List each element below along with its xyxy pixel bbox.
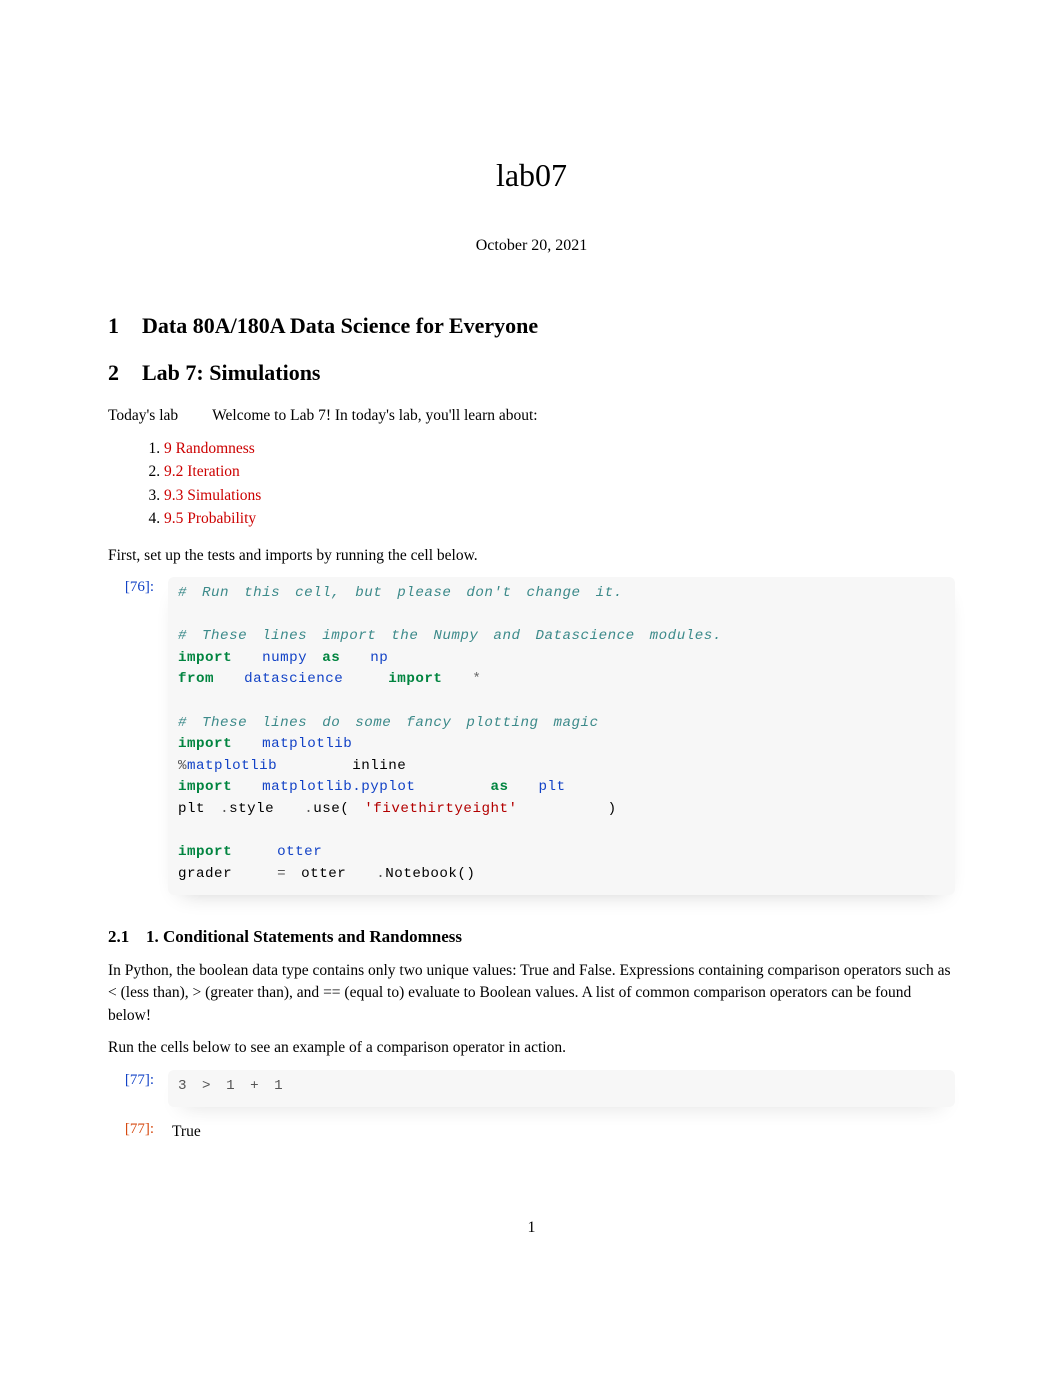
code-comment: # These lines do some fancy plotting mag… [178,715,599,731]
input-prompt: [77]: [108,1070,168,1092]
code-cell: # Run this cell, but please don't change… [168,577,955,895]
section-number: 2 [108,357,142,389]
code-comment: # These lines import the Numpy and Datas… [178,628,722,644]
section-title: Lab 7: Simulations [142,360,321,385]
paragraph-text: . Expressions containing comparison oper… [612,962,951,979]
code-number: 3 [178,1078,187,1094]
code-text: inline [352,758,406,774]
code-literal: < [108,984,117,1001]
code-magic: matplotlib [187,758,277,774]
paragraph-text: (less than), [117,984,193,1001]
paragraph-text: and [549,962,579,979]
section-2-1-heading: 2.11. Conditional Statements and Randomn… [108,925,955,950]
code-op: ) [608,801,617,817]
code-magic: % [178,758,187,774]
document-date: October 20, 2021 [108,234,955,257]
code-cell-row: [77]: 3 > 1 + 1 [108,1070,955,1108]
intro-run-in: Today's lab [108,405,178,427]
code-cell: 3 > 1 + 1 [168,1070,955,1108]
code-keyword: import [178,844,232,860]
code-comment: # Run this cell, but please don't change… [178,585,623,601]
conditional-paragraph: In Python, the boolean data type contain… [108,960,955,1027]
code-op: . [376,866,385,882]
code-text: style [229,801,274,817]
code-module: datascience [244,671,343,687]
code-keyword: as [322,650,340,666]
code-number: 1 [226,1078,235,1094]
paragraph-text: (greater than), and [201,984,323,1001]
page-number: 1 [108,1216,955,1239]
section-number: 1 [108,310,142,342]
link-iteration[interactable]: 9.2 Iteration [164,463,240,480]
code-op: . [304,801,313,817]
section-2-heading: 2Lab 7: Simulations [108,357,955,389]
section-title: Data 80A/180A Data Science for Everyone [142,313,538,338]
link-simulations[interactable]: 9.3 Simulations [164,487,261,504]
intro-text: Welcome to Lab 7! In today's lab, you'll… [212,407,537,424]
code-keyword: import [178,650,232,666]
input-prompt: [76]: [108,577,168,599]
code-literal: False [579,962,612,979]
code-text: plt [178,801,205,817]
topic-list: 9 Randomness 9.2 Iteration 9.3 Simulatio… [108,438,955,531]
code-module: matplotlib [262,736,352,752]
list-item: 9.3 Simulations [164,485,955,507]
code-keyword: from [178,671,214,687]
code-text: grader [178,866,232,882]
code-text: use( [313,801,349,817]
code-module: plt [539,779,566,795]
code-star: * [472,671,481,687]
link-randomness[interactable]: 9 Randomness [164,440,255,457]
paragraph-text: In Python, the boolean data type contain… [108,962,520,979]
code-keyword: import [178,736,232,752]
code-op: > [202,1078,211,1094]
code-cell-row: [76]: # Run this cell, but please don't … [108,577,955,895]
code-text: otter [301,866,346,882]
document-title: lab07 [108,152,955,198]
code-module: otter [277,844,322,860]
code-number: 1 [274,1078,283,1094]
code-keyword: as [490,779,508,795]
link-probability[interactable]: 9.5 Probability [164,510,256,527]
section-number: 2.1 [108,925,146,950]
code-string: 'fivethirtyeight' [364,801,517,817]
code-literal: True [520,962,549,979]
list-item: 9 Randomness [164,438,955,460]
code-op: = [277,866,286,882]
setup-instruction: First, set up the tests and imports by r… [108,545,955,567]
code-op: . [220,801,229,817]
run-cells-paragraph: Run the cells below to see an example of… [108,1037,955,1059]
code-literal: == [323,984,340,1001]
list-item: 9.2 Iteration [164,461,955,483]
code-literal: > [193,984,202,1001]
output-prompt: [77]: [108,1119,168,1141]
list-item: 9.5 Probability [164,508,955,530]
output-row: [77]: True [108,1119,955,1143]
code-keyword: import [178,779,232,795]
section-title: 1. Conditional Statements and Randomness [146,927,462,946]
code-module: numpy [262,650,307,666]
code-module: np [370,650,388,666]
code-module: matplotlib.pyplot [262,779,415,795]
code-keyword: import [388,671,442,687]
intro-paragraph: Today's lab Welcome to Lab 7! In today's … [108,405,955,427]
code-text: Notebook() [385,866,475,882]
section-1-heading: 1Data 80A/180A Data Science for Everyone [108,310,955,342]
code-op: + [250,1078,259,1094]
output-value: True [168,1119,955,1143]
